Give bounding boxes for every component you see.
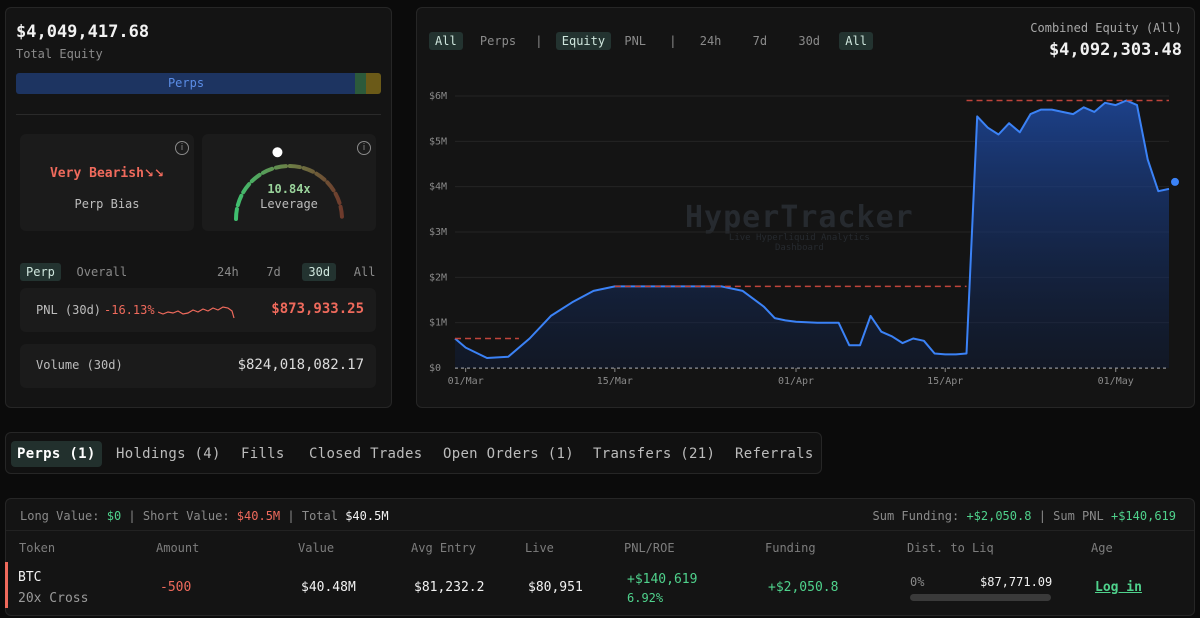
leverage-label: Leverage — [260, 197, 318, 211]
short-value: $40.5M — [236, 509, 281, 523]
equity-chart-panel: All Perps | Equity PNL | 24h 7d 30d All … — [416, 7, 1195, 408]
period-24h-chip[interactable]: 24h — [211, 263, 245, 281]
total-value-label: Total — [301, 509, 338, 523]
y-tick-label: $1M — [429, 318, 447, 329]
scope-filter: Perp Overall — [20, 261, 133, 281]
period-filter: 24h 7d 30d All — [211, 261, 381, 281]
column-header-live[interactable]: Live — [525, 541, 554, 555]
column-header-funding[interactable]: Funding — [765, 541, 816, 555]
cell-liq-price: $87,771.09 — [980, 575, 1053, 589]
separator: | — [128, 509, 143, 523]
column-header-age[interactable]: Age — [1091, 541, 1113, 555]
perp-bias-text: Very Bearish — [49, 166, 144, 181]
info-icon[interactable]: i — [357, 141, 371, 155]
separator: | — [287, 509, 302, 523]
y-tick-label: $4M — [429, 182, 447, 193]
cell-value: $40.48M — [301, 580, 356, 595]
perp-bias-label: Perp Bias — [74, 197, 140, 211]
trend-down-icon: ↘↘ — [143, 166, 165, 180]
log-in-link[interactable]: Log in — [1095, 580, 1142, 595]
cell-live: $80,951 — [528, 580, 583, 595]
x-tick-label: 01/May — [1098, 376, 1134, 387]
long-value-label: Long Value: — [20, 509, 100, 523]
sum-funding-label: Sum Funding: — [872, 509, 960, 523]
short-value-label: Short Value: — [142, 509, 230, 523]
column-header-token[interactable]: Token — [19, 541, 55, 555]
column-header-pnl-roe[interactable]: PNL/ROE — [624, 541, 675, 555]
pnl-value: $873,933.25 — [271, 301, 364, 317]
separator: | — [1038, 509, 1054, 523]
column-header-value[interactable]: Value — [298, 541, 334, 555]
header-divider — [6, 530, 1194, 531]
pnl-label: PNL (30d) — [36, 303, 102, 317]
x-tick-label: 01/Mar — [448, 376, 484, 387]
tab-fills[interactable]: Fills — [235, 441, 291, 467]
column-header-avg-entry[interactable]: Avg Entry — [411, 541, 476, 555]
period-30d-chip[interactable]: 30d — [302, 263, 337, 281]
pnl-card: PNL (30d) -16.13% $873,933.25 — [20, 288, 376, 332]
cell-token: BTC — [18, 570, 42, 585]
positions-summary-right: Sum Funding: +$2,050.8 | Sum PNL +$140,6… — [873, 509, 1177, 523]
cell-funding: +$2,050.8 — [768, 580, 839, 595]
long-value: $0 — [106, 509, 122, 523]
pnl-sparkline — [158, 306, 235, 319]
tab-holdings[interactable]: Holdings (4) — [110, 441, 227, 467]
perp-bias-card: i Very Bearish↘↘ Perp Bias — [20, 134, 194, 231]
cell-amount: -500 — [160, 580, 192, 595]
sum-pnl-label: Sum PNL — [1053, 509, 1104, 523]
pnl-percent: -16.13% — [104, 303, 155, 317]
short-side-marker — [5, 562, 8, 608]
x-tick-label: 15/Apr — [927, 376, 963, 387]
sum-pnl-value: +$140,619 — [1110, 509, 1176, 523]
y-tick-label: $2M — [429, 272, 447, 283]
period-all-chip[interactable]: All — [348, 263, 382, 281]
volume-card: Volume (30d) $824,018,082.17 — [20, 344, 376, 388]
cell-roe: 6.92% — [627, 591, 664, 605]
volume-label: Volume (30d) — [36, 358, 123, 372]
x-tick-label: 01/Apr — [778, 376, 814, 387]
leverage-value: 10.84x — [267, 182, 311, 196]
equity-area — [455, 100, 1169, 368]
period-7d-chip[interactable]: 7d — [260, 263, 286, 281]
divider — [16, 114, 381, 115]
cell-pnl: +$140,619 — [627, 572, 698, 587]
info-icon[interactable]: i — [175, 141, 189, 155]
y-tick-label: $6M — [429, 91, 447, 102]
allocation-segment-other — [355, 73, 367, 94]
gauge-knob — [272, 147, 283, 158]
liq-distance-bar — [910, 594, 1051, 601]
total-equity-label: Total Equity — [16, 47, 103, 61]
positions-summary-left: Long Value: $0 | Short Value: $40.5M | T… — [20, 509, 389, 523]
y-tick-label: $5M — [429, 136, 447, 147]
equity-summary-panel: $4,049,417.68 Total Equity Perps i Very … — [5, 7, 392, 408]
y-tick-label: $3M — [429, 227, 447, 238]
latest-point — [1171, 177, 1179, 186]
tab-transfers[interactable]: Transfers (21) — [587, 441, 721, 467]
y-tick-label: $0 — [429, 363, 441, 374]
leverage-card: i 10.84x Leverage — [202, 134, 376, 231]
allocation-bar-label: Perps — [167, 76, 205, 90]
total-equity-value: $4,049,417.68 — [16, 22, 150, 42]
tab-referrals[interactable]: Referrals — [729, 441, 820, 467]
cell-dist-pct: 0% — [910, 575, 925, 589]
positions-tabs: Perps (1) Holdings (4) Fills Closed Trades O… — [5, 432, 822, 474]
column-header-dist-to-liq[interactable]: Dist. to Liq — [907, 541, 994, 555]
tab-perps[interactable]: Perps (1) — [11, 441, 102, 467]
sum-funding-value: +$2,050.8 — [966, 509, 1032, 523]
cell-mode: 20x Cross — [18, 591, 89, 606]
volume-value: $824,018,082.17 — [237, 357, 364, 373]
perp-bias-value: Very Bearish↘↘ — [20, 166, 194, 181]
tab-open-orders[interactable]: Open Orders (1) — [437, 441, 580, 467]
allocation-segment-spot — [366, 73, 381, 94]
scope-perp-chip[interactable]: Perp — [20, 263, 61, 281]
scope-overall-chip[interactable]: Overall — [71, 263, 134, 281]
column-header-amount[interactable]: Amount — [156, 541, 199, 555]
x-tick-label: 15/Mar — [597, 376, 633, 387]
cell-avg-entry: $81,232.2 — [414, 580, 485, 595]
total-value: $40.5M — [345, 509, 389, 523]
equity-chart[interactable]: $0 $1M $2M $3M $4M $5M $6M 01/Mar 15/Mar 01/Apr 15… — [417, 8, 1196, 409]
tab-closed-trades[interactable]: Closed Trades — [303, 441, 428, 467]
